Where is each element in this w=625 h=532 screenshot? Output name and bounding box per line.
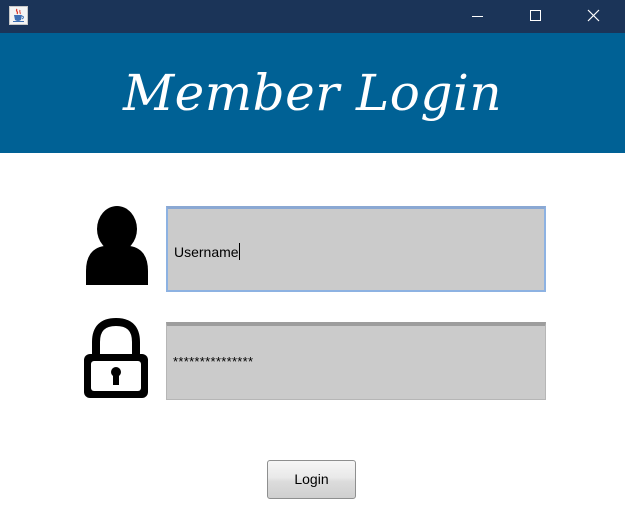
page-title: Member Login	[122, 64, 503, 122]
lock-icon	[84, 318, 148, 398]
password-field[interactable]: ***************	[166, 322, 546, 400]
login-window: Member Login Username *************** Lo…	[0, 0, 625, 532]
user-icon	[86, 206, 148, 285]
close-icon	[587, 9, 600, 22]
minimize-button[interactable]	[449, 0, 507, 33]
username-value: Username	[174, 243, 240, 260]
maximize-button[interactable]	[507, 0, 565, 33]
text-caret	[238, 243, 240, 260]
login-button[interactable]: Login	[267, 460, 356, 499]
java-cup-icon[interactable]	[9, 6, 28, 25]
maximize-icon	[530, 10, 541, 21]
close-button[interactable]	[565, 0, 625, 33]
username-field[interactable]: Username	[166, 206, 546, 292]
title-bar[interactable]	[0, 0, 625, 33]
header-banner: Member Login	[0, 33, 625, 153]
password-value: ***************	[173, 354, 254, 369]
minimize-icon	[472, 16, 483, 17]
